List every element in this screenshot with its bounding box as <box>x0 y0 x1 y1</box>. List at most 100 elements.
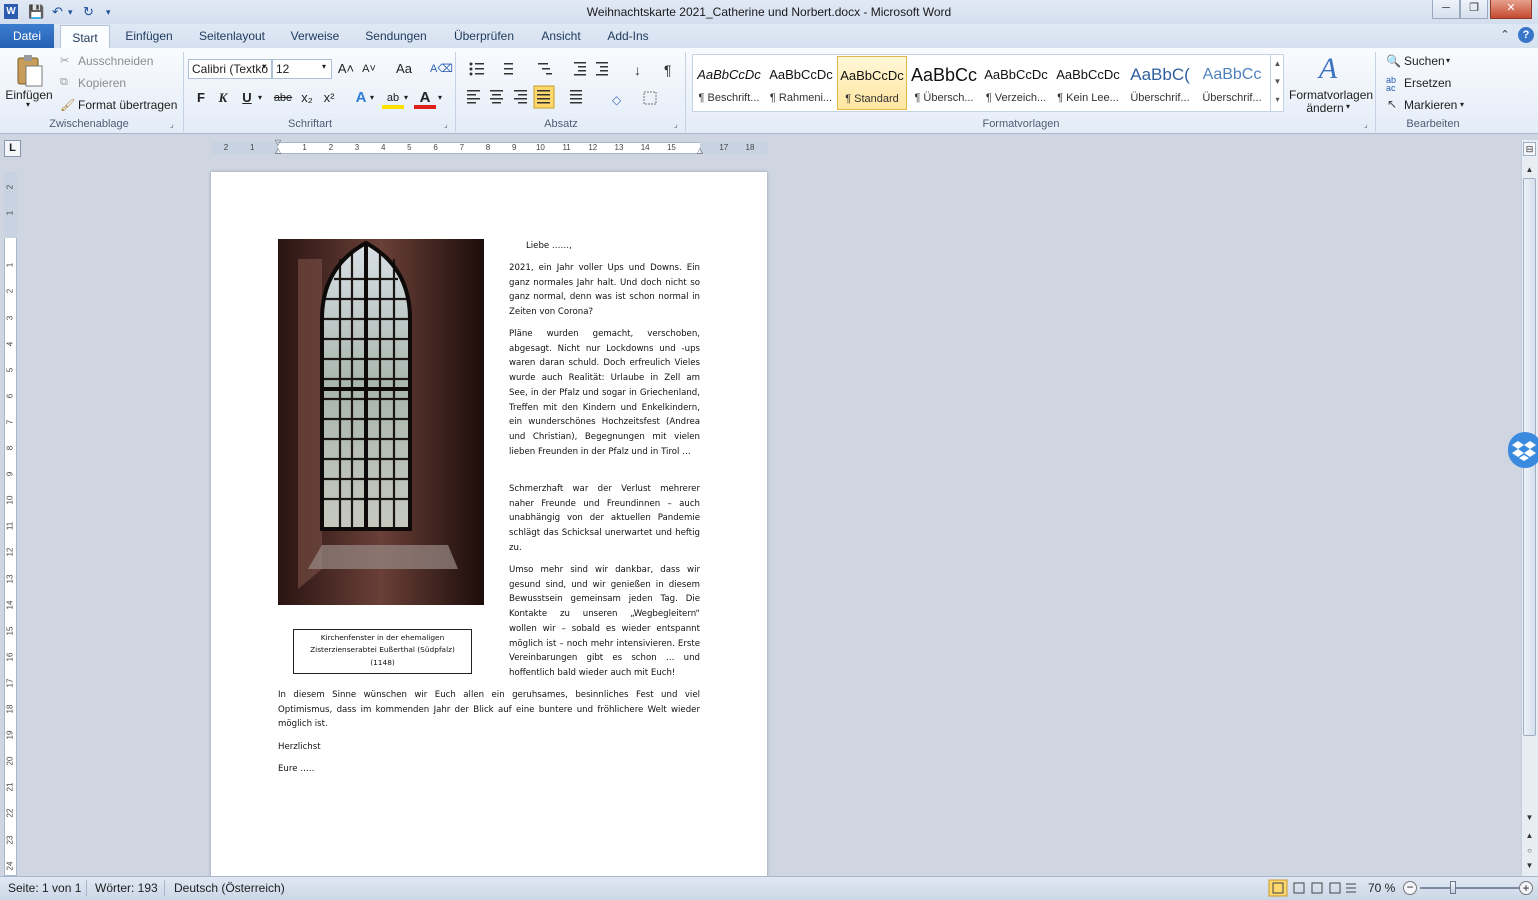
image-caption-box[interactable]: Kirchenfenster in der ehemaligen Zisterz… <box>293 629 472 674</box>
zoom-out-icon[interactable]: − <box>1403 881 1417 895</box>
subscript-button[interactable]: x₂ <box>296 87 318 109</box>
zoom-slider[interactable] <box>1420 887 1520 889</box>
scroll-down-arrow[interactable]: ▼ <box>1523 812 1536 824</box>
save-icon[interactable]: 💾 <box>28 3 44 21</box>
indent-marker-left[interactable]: ▽ △ <box>273 139 283 157</box>
tab-ueberpruefen[interactable]: Überprüfen <box>448 24 520 48</box>
scroll-up-arrow[interactable]: ▲ <box>1523 164 1536 176</box>
language-status[interactable]: Deutsch (Österreich) <box>174 876 285 900</box>
change-styles-dropdown-icon[interactable]: ▾ <box>1346 102 1350 111</box>
styles-launcher-icon[interactable]: ⌟ <box>1364 120 1368 129</box>
style-ueberschrift-3[interactable]: AaBbCc Überschrif... <box>1197 56 1267 110</box>
font-family-dropdown-icon[interactable]: ▾ <box>262 62 266 71</box>
tab-sendungen[interactable]: Sendungen <box>358 24 434 48</box>
grow-font-button[interactable]: A˄ <box>335 58 357 80</box>
font-family-select[interactable]: Calibri (Textkö <box>188 59 272 79</box>
find-dropdown-icon[interactable]: ▾ <box>1446 56 1450 65</box>
tab-einfuegen[interactable]: Einfügen <box>118 24 180 48</box>
minimize-button[interactable]: ─ <box>1432 0 1460 19</box>
tab-seitenlayout[interactable]: Seitenlayout <box>192 24 272 48</box>
font-size-dropdown-icon[interactable]: ▾ <box>322 62 326 71</box>
styles-scroll-arrows[interactable]: ▲ ▼ ▾ <box>1270 55 1284 111</box>
highlight-dropdown-icon[interactable]: ▾ <box>404 93 408 102</box>
ruler-tick-label: 12 <box>588 143 598 152</box>
style-beschriftung[interactable]: AaBbCcDc ¶ Beschrift... <box>694 56 764 110</box>
signature-line-2: Eure ….. <box>278 764 315 774</box>
shrink-font-button[interactable]: A˅ <box>358 58 380 80</box>
word-app-icon[interactable]: W <box>4 4 18 19</box>
word-count-status[interactable]: Wörter: 193 <box>95 876 158 900</box>
ruler-tick-label: 6 <box>433 143 438 152</box>
change-styles-button-line1[interactable]: Formatvorlagen <box>1289 88 1373 102</box>
paragraph-group-label: Absatz <box>544 118 578 130</box>
tab-start[interactable]: Start <box>60 25 110 49</box>
ruler-tick-label: 5 <box>5 367 15 372</box>
text-effects-button[interactable]: A <box>350 87 372 109</box>
zoom-in-icon[interactable]: + <box>1519 881 1533 895</box>
highlight-button[interactable]: ab <box>382 87 404 109</box>
horizontal-ruler-ticks: 2 1 1 2 3 4 5 6 7 8 9 10 11 12 13 14 15 17 18 <box>212 142 768 154</box>
undo-dropdown-icon[interactable]: ▾ <box>68 3 78 21</box>
restore-button[interactable]: ❐ <box>1460 0 1488 19</box>
strikethrough-button[interactable]: abe <box>270 87 296 109</box>
select-dropdown-icon[interactable]: ▾ <box>1460 100 1464 109</box>
zoom-level[interactable]: 70 % <box>1368 876 1395 900</box>
help-icon[interactable]: ? <box>1518 27 1534 43</box>
font-launcher-icon[interactable]: ⌟ <box>444 120 448 129</box>
church-window-photo[interactable] <box>278 239 484 605</box>
paste-dropdown-icon[interactable]: ▾ <box>26 100 30 109</box>
ruler-tick-label: 10 <box>5 495 15 505</box>
format-painter-button[interactable]: Format übertragen <box>78 98 177 112</box>
replace-button[interactable]: Ersetzen <box>1404 76 1451 90</box>
zoom-slider-thumb[interactable] <box>1450 881 1457 894</box>
superscript-button[interactable]: x² <box>318 87 340 109</box>
customize-quick-access-icon[interactable]: ▾ <box>106 3 116 21</box>
copy-button[interactable]: Kopieren <box>78 76 126 90</box>
tab-datei[interactable]: Datei <box>0 24 54 48</box>
style-kein-leerraum[interactable]: AaBbCcDc ¶ Kein Lee... <box>1053 56 1123 110</box>
text-effects-dropdown-icon[interactable]: ▾ <box>370 93 374 102</box>
dropbox-icon[interactable] <box>1508 432 1538 468</box>
underline-button[interactable]: U <box>236 87 258 109</box>
change-case-button[interactable]: Aa <box>390 58 418 80</box>
font-color-dropdown-icon[interactable]: ▾ <box>438 93 442 102</box>
previous-page-icon[interactable]: ▲ <box>1523 830 1536 842</box>
select-button[interactable]: Markieren <box>1404 98 1457 112</box>
ruler-tick-label: 7 <box>459 143 465 152</box>
tab-selector[interactable]: L <box>4 140 21 157</box>
undo-icon[interactable]: ↶ <box>52 3 68 21</box>
style-standard[interactable]: AaBbCcDc ¶ Standard <box>837 56 907 110</box>
paste-icon[interactable] <box>14 54 44 88</box>
cut-button[interactable]: Ausschneiden <box>78 54 153 68</box>
view-ruler-icon[interactable]: ⊟ <box>1523 142 1536 156</box>
tab-ansicht[interactable]: Ansicht <box>536 24 586 48</box>
find-button[interactable]: Suchen <box>1404 54 1445 68</box>
redo-icon[interactable]: ↻ <box>83 3 99 21</box>
browse-object-icon[interactable]: ○ <box>1523 845 1536 857</box>
svg-text:◇: ◇ <box>612 93 622 107</box>
next-page-icon[interactable]: ▼ <box>1523 860 1536 872</box>
tab-add-ins[interactable]: Add-Ins <box>600 24 656 48</box>
ruler-tick-label: 3 <box>5 315 15 320</box>
underline-dropdown-icon[interactable]: ▾ <box>258 93 262 102</box>
style-rahmeninhalt[interactable]: AaBbCcDc ¶ Rahmeni... <box>766 56 836 110</box>
style-verzeichnis[interactable]: AaBbCcDc ¶ Verzeich... <box>981 56 1051 110</box>
clipboard-launcher-icon[interactable]: ⌟ <box>170 120 174 129</box>
style-ueberschrift-1[interactable]: AaBbCc ¶ Übersch... <box>909 56 979 110</box>
close-button[interactable]: ✕ <box>1490 0 1532 19</box>
page-count-status[interactable]: Seite: 1 von 1 <box>8 876 81 900</box>
style-ueberschrift-2[interactable]: AaBbC(Überschrif... <box>1125 56 1195 110</box>
ruler-tick-label: 1 <box>302 143 307 152</box>
tab-verweise[interactable]: Verweise <box>286 24 344 48</box>
ruler-tick-label: 13 <box>614 143 624 152</box>
ruler-tick-label: 13 <box>5 574 15 583</box>
paragraph-launcher-icon[interactable]: ⌟ <box>674 120 678 129</box>
italic-button[interactable]: K <box>212 87 234 109</box>
change-styles-button-line2[interactable]: ändern <box>1289 101 1361 115</box>
ruler-tick-label: 2 <box>328 143 334 152</box>
clear-formatting-button[interactable]: A⌫ <box>430 58 453 80</box>
minimize-ribbon-icon[interactable]: ⌃ <box>1498 28 1512 44</box>
font-color-button[interactable]: A <box>414 87 436 109</box>
indent-marker-right[interactable]: △ <box>695 146 705 156</box>
bold-button[interactable]: F <box>190 87 212 109</box>
